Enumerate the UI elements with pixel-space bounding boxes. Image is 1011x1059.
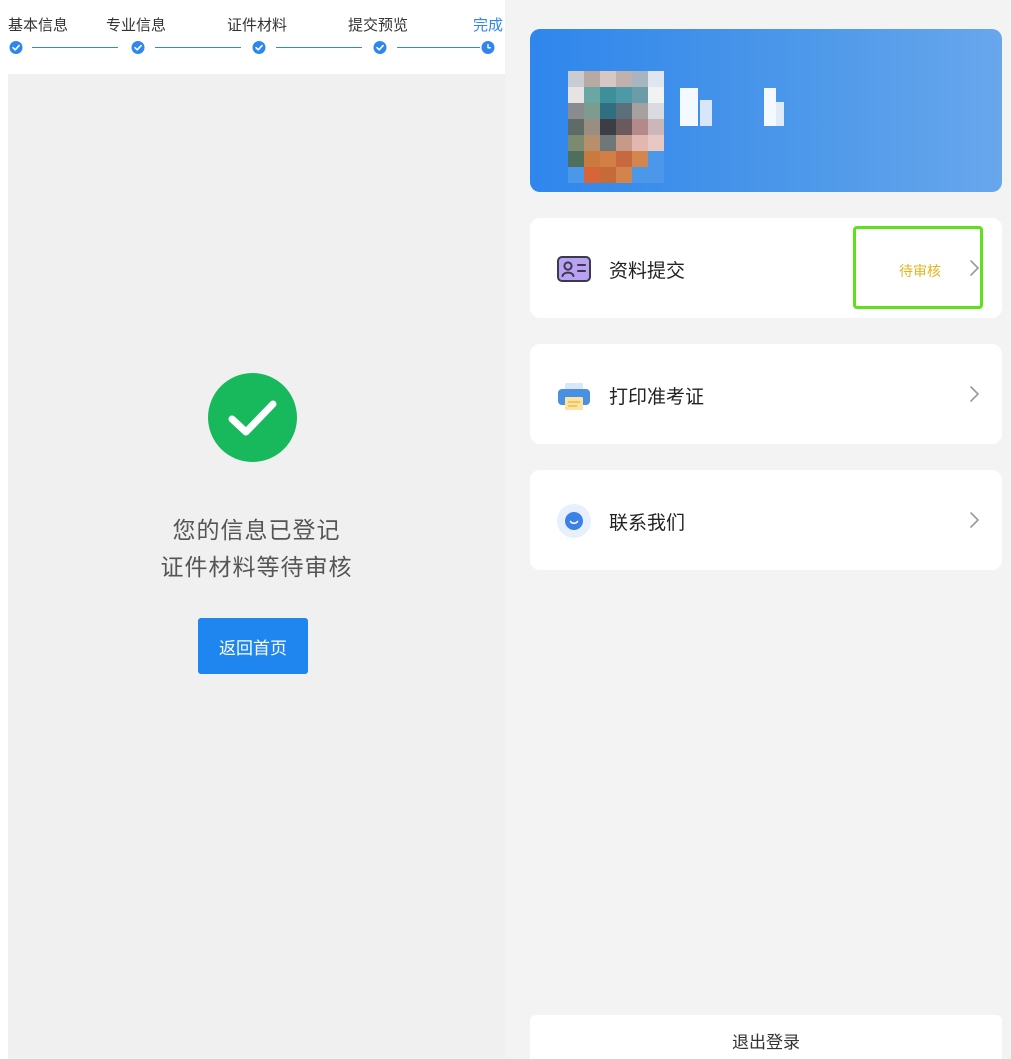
back-home-button[interactable]: 返回首页 — [198, 618, 308, 674]
step-label-preview: 提交预览 — [347, 16, 409, 34]
logout-button[interactable]: 退出登录 — [530, 1015, 1002, 1059]
step-label-professional-info: 专业信息 — [105, 16, 167, 34]
chevron-right-icon — [967, 510, 981, 530]
blurred-user-name — [680, 88, 810, 128]
step-label-basic-info: 基本信息 — [7, 16, 69, 34]
step-connector — [276, 47, 362, 48]
registered-message: 您的信息已登记 — [172, 518, 341, 544]
screen: 基本信息 专业信息 证件材料 提交预览 完成 您的信息已登记 证件材料等待审核 … — [0, 0, 1011, 1059]
step-progress-bar: 基本信息 专业信息 证件材料 提交预览 完成 — [8, 0, 505, 74]
chevron-right-icon — [967, 258, 981, 278]
print-admission-ticket-item[interactable]: 打印准考证 — [530, 344, 1002, 444]
contact-us-label: 联系我们 — [609, 512, 686, 534]
check-circle-icon — [208, 373, 297, 462]
step-current-clock-icon — [481, 41, 495, 54]
id-card-icon — [555, 250, 593, 288]
step-label-complete: 完成 — [472, 16, 504, 34]
step-done-icon — [131, 41, 145, 54]
registration-result-panel: 基本信息 专业信息 证件材料 提交预览 完成 您的信息已登记 证件材料等待审核 … — [8, 0, 505, 1059]
contact-us-item[interactable]: 联系我们 — [530, 470, 1002, 570]
step-connector — [32, 47, 118, 48]
printer-icon — [555, 376, 593, 414]
chat-bubble-icon — [555, 502, 593, 540]
avatar[interactable] — [552, 59, 664, 187]
print-admission-ticket-label: 打印准考证 — [609, 386, 705, 408]
step-done-icon — [373, 41, 387, 54]
status-badge: 待审核 — [899, 264, 941, 280]
materials-submission-label: 资料提交 — [609, 260, 686, 282]
chevron-right-icon — [967, 384, 981, 404]
user-center-panel: 资料提交 待审核 打印准考证 联系我们 退出登录 — [505, 0, 1011, 1059]
step-connector — [155, 47, 241, 48]
step-done-icon — [252, 41, 266, 54]
step-done-icon — [9, 41, 23, 54]
profile-card — [530, 29, 1002, 192]
blurred-avatar-mosaic — [568, 71, 664, 183]
materials-submission-item[interactable]: 资料提交 待审核 — [530, 218, 1002, 318]
step-label-documents: 证件材料 — [226, 16, 288, 34]
pending-review-message: 证件材料等待审核 — [160, 555, 353, 581]
step-connector — [397, 47, 480, 48]
